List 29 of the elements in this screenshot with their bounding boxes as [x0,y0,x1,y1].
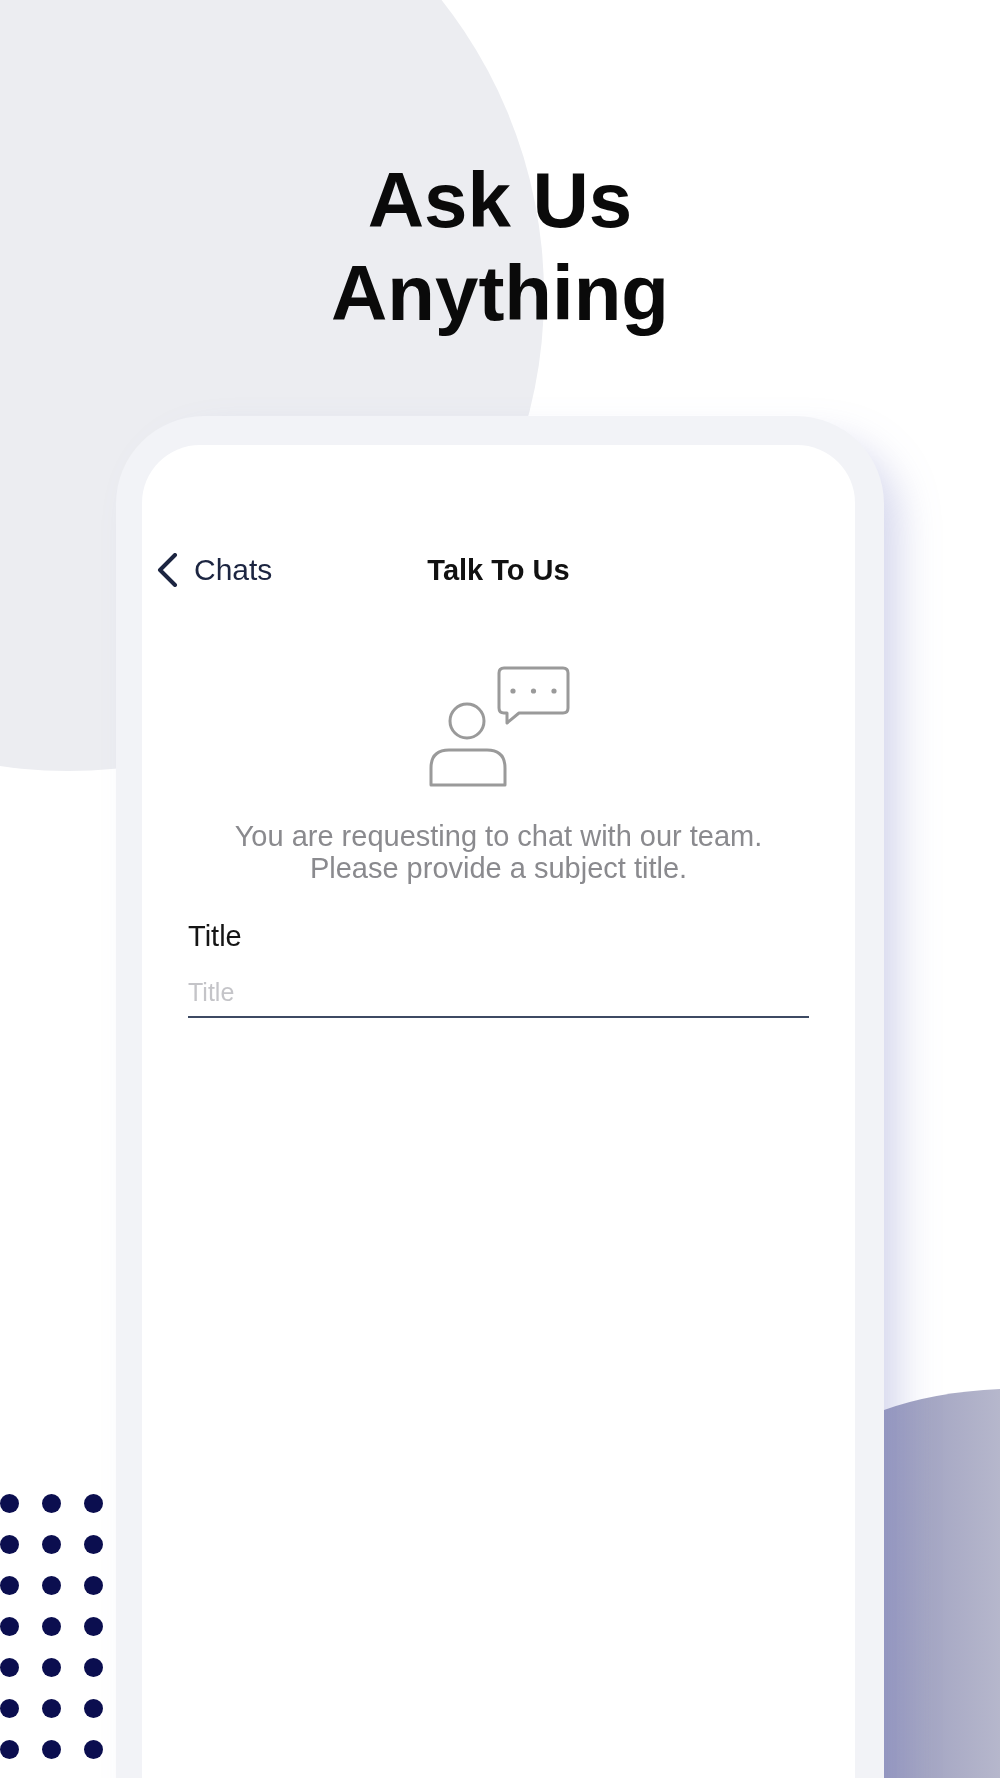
decorative-dot [42,1617,61,1636]
decorative-dot [42,1535,61,1554]
decorative-dot [0,1740,19,1759]
decorative-dot [84,1617,103,1636]
decorative-dot [0,1535,19,1554]
decorative-dot [0,1617,19,1636]
decorative-dot [84,1699,103,1718]
person-speech-bubble-icon [427,665,570,787]
headline: Ask Us Anything [330,155,670,339]
decorative-dot [84,1535,103,1554]
decorative-dot [42,1576,61,1595]
screen-title: Talk To Us [427,553,570,587]
title-input[interactable]: Title [188,972,809,1018]
decorative-dot [0,1576,19,1595]
decorative-dot [0,1658,19,1677]
field-label: Title [188,919,243,953]
decorative-dot [42,1699,61,1718]
decorative-dot [84,1576,103,1595]
decorative-dot [42,1740,61,1759]
decorative-dot [42,1658,61,1677]
back-button[interactable]: Chats [157,553,273,587]
intro-text: You are requesting to chat with our team. Please provide a subject title. [233,820,764,884]
decorative-dot [42,1494,61,1513]
decorative-dot [84,1658,103,1677]
chevron-left-icon [157,553,178,587]
decorative-dot [84,1494,103,1513]
decorative-dot [84,1740,103,1759]
decorative-dot [0,1699,19,1718]
decorative-dot [0,1494,19,1513]
